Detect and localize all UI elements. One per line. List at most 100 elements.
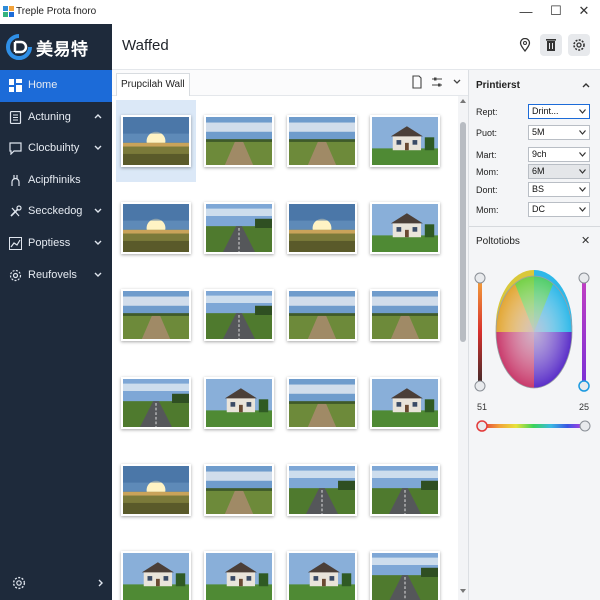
page-icon[interactable] xyxy=(410,75,424,89)
chevron-down-icon[interactable] xyxy=(450,75,464,89)
settings-button[interactable] xyxy=(568,34,590,56)
gallery-thumbnail[interactable] xyxy=(282,449,362,531)
chevron-up-icon[interactable] xyxy=(581,80,591,90)
scrollbar-thumb[interactable] xyxy=(460,122,466,342)
property-row: Mom: 6M xyxy=(469,164,600,180)
gallery-thumbnail[interactable] xyxy=(199,187,279,269)
scroll-down-icon[interactable] xyxy=(460,588,466,594)
photo-sunset-field xyxy=(121,202,191,254)
photo-dirt-road xyxy=(121,289,191,341)
gallery-thumbnail[interactable] xyxy=(365,100,445,182)
sidebar-item-acipfhiniks[interactable]: Acipfhiniks xyxy=(0,165,112,197)
right-value: 25 xyxy=(579,402,590,412)
gallery-thumbnail[interactable] xyxy=(282,100,362,182)
gallery-thumbnail[interactable] xyxy=(116,362,196,444)
photo-farmhouse xyxy=(204,551,274,600)
property-label: Puot: xyxy=(476,128,498,138)
property-select[interactable]: DC xyxy=(528,202,590,217)
gallery-thumbnail[interactable] xyxy=(116,449,196,531)
property-row: Mom: DC xyxy=(469,202,600,218)
caret-down-icon xyxy=(579,169,586,174)
trash-icon xyxy=(546,39,556,51)
gallery-thumbnail[interactable] xyxy=(199,536,279,600)
gallery-thumbnail[interactable] xyxy=(199,274,279,356)
gallery-thumbnail[interactable] xyxy=(199,100,279,182)
photo-farmhouse xyxy=(370,202,440,254)
sidebar-item-home[interactable]: Home xyxy=(0,70,112,102)
gallery-thumbnail[interactable] xyxy=(282,536,362,600)
caret-down-icon xyxy=(579,152,586,157)
delete-button[interactable] xyxy=(540,34,562,56)
property-select[interactable]: 5M xyxy=(528,125,590,140)
photo-sunset-field xyxy=(287,202,357,254)
gallery-thumbnail[interactable] xyxy=(365,536,445,600)
maximize-button[interactable]: ☐ xyxy=(542,0,570,22)
sidebar-item-label: Acipfhiniks xyxy=(28,173,81,186)
gear-icon xyxy=(9,269,22,281)
scroll-up-icon[interactable] xyxy=(460,98,466,104)
gallery-thumbnail[interactable] xyxy=(365,362,445,444)
chevron-down-icon xyxy=(94,145,102,151)
photo-farmhouse xyxy=(287,551,357,600)
gallery-thumbnail[interactable] xyxy=(282,362,362,444)
property-row: Rept: Drint... xyxy=(469,104,600,120)
color-picker[interactable] xyxy=(469,266,600,446)
sliders-icon[interactable] xyxy=(430,75,444,89)
property-value: 5M xyxy=(532,127,545,137)
gallery-thumbnail[interactable] xyxy=(199,449,279,531)
vertical-scrollbar[interactable] xyxy=(458,96,468,600)
sidebar-item-reufovels[interactable]: Reufovels xyxy=(0,260,112,292)
photo-dirt-road xyxy=(287,377,357,429)
gallery-pane: Prupcilah Wall xyxy=(112,70,468,600)
app-icon xyxy=(3,6,14,17)
gallery-thumbnail[interactable] xyxy=(282,274,362,356)
minimize-button[interactable]: — xyxy=(512,0,540,22)
gallery-thumbnail[interactable] xyxy=(365,187,445,269)
photo-road xyxy=(287,464,357,516)
sidebar-item-label: Poptiess xyxy=(28,236,71,249)
gallery-thumbnail[interactable] xyxy=(282,187,362,269)
close-button[interactable]: ✕ xyxy=(570,0,598,22)
gallery-thumbnail[interactable] xyxy=(116,100,196,182)
page-header: Waffed xyxy=(112,24,600,70)
plug-icon xyxy=(11,174,20,186)
settings-gear-icon[interactable] xyxy=(12,576,26,590)
property-select[interactable]: Drint... xyxy=(528,104,590,119)
caret-down-icon xyxy=(579,109,586,114)
photo-dirt-road xyxy=(287,289,357,341)
expand-chevron-icon[interactable] xyxy=(95,578,105,588)
sidebar-item-secckedog[interactable]: Secckedog xyxy=(0,196,112,228)
properties-header[interactable]: Printierst xyxy=(469,74,600,96)
slider-handle xyxy=(578,380,590,392)
photo-dirt-road xyxy=(287,115,357,167)
slider-handle xyxy=(579,420,591,432)
gallery-thumbnail[interactable] xyxy=(365,274,445,356)
chevron-down-icon xyxy=(94,272,102,277)
photo-sunset-field xyxy=(121,115,191,167)
photo-road xyxy=(121,377,191,429)
sidebar-item-clocbuihty[interactable]: Clocbuihty xyxy=(0,133,112,165)
gallery-thumbnail[interactable] xyxy=(116,187,196,269)
location-button[interactable] xyxy=(514,34,536,56)
property-value: BS xyxy=(532,184,545,194)
photo-dirt-road xyxy=(204,464,274,516)
close-icon[interactable]: ✕ xyxy=(581,234,590,247)
gallery-thumbnail[interactable] xyxy=(116,274,196,356)
property-select[interactable]: BS xyxy=(528,182,590,197)
photo-road xyxy=(370,551,440,600)
photo-road xyxy=(370,464,440,516)
color-panel-title: Poltotiobs xyxy=(476,236,520,247)
property-value: 6M xyxy=(532,166,545,176)
gallery-thumbnail[interactable] xyxy=(116,536,196,600)
location-pin-icon xyxy=(519,38,531,52)
gallery-thumbnail[interactable] xyxy=(199,362,279,444)
tools-icon xyxy=(10,205,22,217)
tab-gallery[interactable]: Prupcilah Wall xyxy=(116,73,190,96)
property-select[interactable]: 9ch xyxy=(528,147,590,162)
property-label: Mom: xyxy=(476,167,499,177)
window-title: Treple Prota fnoro xyxy=(16,6,97,17)
sidebar-item-actuning[interactable]: Actuning xyxy=(0,102,112,134)
sidebar-item-poptiess[interactable]: Poptiess xyxy=(0,228,112,260)
gallery-thumbnail[interactable] xyxy=(365,449,445,531)
sidebar: 美易特 Home Actuning Clocbuihty Acipfhiniks xyxy=(0,24,112,600)
